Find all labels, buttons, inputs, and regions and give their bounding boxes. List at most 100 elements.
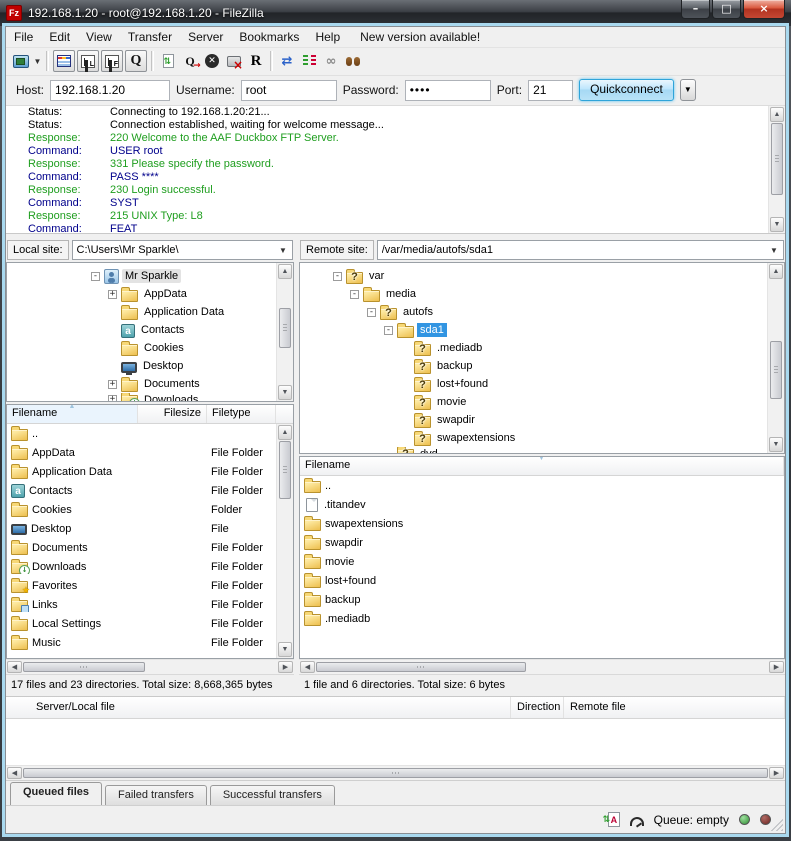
local-tree-scrollbar[interactable]: ▲ ▼	[276, 263, 293, 401]
synchronized-browsing-icon[interactable]	[298, 50, 320, 72]
local-list-scrollbar[interactable]: ▲ ▼	[276, 424, 293, 658]
remote-file-row[interactable]: ..	[300, 476, 784, 495]
tree-expander-icon[interactable]	[108, 290, 117, 299]
disconnect-icon[interactable]	[223, 50, 245, 72]
scroll-right-icon[interactable]: ▶	[769, 767, 784, 779]
queue-column-header[interactable]: Direction	[511, 697, 564, 718]
scrollbar-thumb[interactable]	[279, 441, 291, 499]
menu-item[interactable]: Server	[180, 28, 231, 46]
column-header[interactable]: Filesize	[138, 405, 207, 423]
menu-item[interactable]: Transfer	[120, 28, 180, 46]
site-manager-icon[interactable]	[10, 50, 32, 72]
host-input[interactable]: 192.168.1.20	[50, 80, 170, 101]
remote-tree-item[interactable]: .mediadb	[300, 339, 767, 357]
filter-icon[interactable]	[342, 50, 364, 72]
maximize-button[interactable]: □	[712, 0, 741, 19]
remote-file-row[interactable]: movie	[300, 552, 784, 571]
remote-file-row[interactable]: .titandev	[300, 495, 784, 514]
queue-hscrollbar[interactable]: ◀ ▶	[6, 765, 785, 780]
scrollbar-thumb[interactable]	[23, 768, 768, 778]
remote-tree-item[interactable]: media	[300, 285, 767, 303]
tree-expander-icon[interactable]	[333, 272, 342, 281]
remote-tree-item[interactable]: movie	[300, 393, 767, 411]
toggle-remote-tree-icon[interactable]: F	[101, 50, 123, 72]
remote-site-combo[interactable]: /var/media/autofs/sda1 ▼	[377, 240, 784, 260]
scroll-right-icon[interactable]: ▶	[278, 661, 293, 673]
reconnect-icon[interactable]: R	[245, 50, 267, 72]
local-file-row[interactable]: Application Data File Folder	[7, 462, 276, 481]
minimize-button[interactable]: –	[681, 0, 710, 19]
local-site-combo[interactable]: C:\Users\Mr Sparkle\ ▼	[72, 240, 293, 260]
scrollbar-thumb[interactable]	[770, 341, 782, 399]
transfer-type-icon[interactable]	[608, 812, 620, 827]
queue-tab[interactable]: Successful transfers	[210, 785, 335, 805]
local-file-row[interactable]: Local Settings File Folder	[7, 614, 276, 633]
scroll-left-icon[interactable]: ◀	[300, 661, 315, 673]
resize-grip[interactable]	[771, 819, 783, 831]
remote-file-row[interactable]: .mediadb	[300, 609, 784, 628]
column-header[interactable]: Filetype	[207, 405, 276, 423]
username-input[interactable]: root	[241, 80, 337, 101]
local-file-row[interactable]: AppData File Folder	[7, 443, 276, 462]
close-button[interactable]: ×	[743, 0, 785, 19]
tree-expander-icon[interactable]	[384, 326, 393, 335]
scroll-up-icon[interactable]: ▲	[769, 264, 783, 279]
queue-column-header[interactable]: Server/Local file	[6, 697, 511, 718]
menu-item[interactable]: View	[78, 28, 120, 46]
local-file-row[interactable]: Contacts File Folder	[7, 481, 276, 500]
local-file-row[interactable]: ..	[7, 424, 276, 443]
chevron-down-icon[interactable]: ▼	[278, 246, 288, 255]
local-file-row[interactable]: Links File Folder	[7, 595, 276, 614]
tree-expander-icon[interactable]	[367, 308, 376, 317]
tree-expander-icon[interactable]	[350, 290, 359, 299]
remote-file-row[interactable]: swapdir	[300, 533, 784, 552]
scroll-left-icon[interactable]: ◀	[7, 661, 22, 673]
toggle-local-tree-icon[interactable]: L	[77, 50, 99, 72]
scrollbar-thumb[interactable]	[279, 308, 291, 348]
remote-tree-item[interactable]: swapdir	[300, 411, 767, 429]
password-input[interactable]: ••••	[405, 80, 491, 101]
queue-tab[interactable]: Failed transfers	[105, 785, 207, 805]
scroll-up-icon[interactable]: ▲	[278, 425, 292, 440]
scroll-down-icon[interactable]: ▼	[278, 385, 292, 400]
toggle-transfer-queue-icon[interactable]: Q	[125, 50, 147, 72]
chevron-down-icon[interactable]: ▼	[769, 246, 779, 255]
local-file-row[interactable]: Documents File Folder	[7, 538, 276, 557]
remote-tree-scrollbar[interactable]: ▲ ▼	[767, 263, 784, 453]
remote-tree-item[interactable]: lost+found	[300, 375, 767, 393]
column-header[interactable]: ▼ Filename	[300, 457, 784, 475]
toolbar-separator[interactable]	[46, 51, 49, 71]
queue-column-header[interactable]: Remote file	[564, 697, 785, 718]
local-hscrollbar[interactable]: ◀ ▶	[6, 659, 294, 674]
queue-tab[interactable]: Queued files	[10, 782, 102, 805]
menu-item[interactable]: Help	[307, 28, 348, 46]
local-file-row[interactable]: Music File Folder	[7, 633, 276, 652]
directory-comparison-icon[interactable]: ⇄	[276, 50, 298, 72]
site-manager-dropdown-icon[interactable]: ▼	[32, 50, 43, 72]
local-file-row[interactable]: Downloads File Folder	[7, 557, 276, 576]
toolbar-separator[interactable]	[151, 51, 154, 71]
quickconnect-button[interactable]: Quickconnect	[579, 79, 674, 101]
remote-file-row[interactable]: backup	[300, 590, 784, 609]
refresh-icon[interactable]	[157, 50, 179, 72]
cancel-operation-icon[interactable]: ✕	[201, 50, 223, 72]
menu-item[interactable]: File	[6, 28, 41, 46]
remote-file-row[interactable]: lost+found	[300, 571, 784, 590]
toggle-message-log-icon[interactable]	[53, 50, 75, 72]
local-tree-item[interactable]: Downloads	[7, 393, 276, 402]
remote-tree-item[interactable]: var	[300, 267, 767, 285]
local-tree-item[interactable]: Mr Sparkle	[7, 267, 276, 285]
local-tree-item[interactable]: Desktop	[7, 357, 276, 375]
remote-tree-item[interactable]: dvd	[300, 447, 767, 454]
new-version-notice[interactable]: New version available!	[352, 28, 488, 46]
quickconnect-dropdown-icon[interactable]: ▼	[680, 79, 696, 101]
local-tree-item[interactable]: Documents	[7, 375, 276, 393]
local-file-row[interactable]: Desktop File	[7, 519, 276, 538]
tree-expander-icon[interactable]	[108, 395, 117, 402]
local-tree-item[interactable]: Contacts	[7, 321, 276, 339]
scroll-down-icon[interactable]: ▼	[770, 217, 784, 232]
log-scrollbar[interactable]: ▲ ▼	[768, 106, 785, 233]
speed-limit-gauge-icon[interactable]	[630, 817, 644, 826]
tree-expander-icon[interactable]	[91, 272, 100, 281]
scroll-left-icon[interactable]: ◀	[7, 767, 22, 779]
